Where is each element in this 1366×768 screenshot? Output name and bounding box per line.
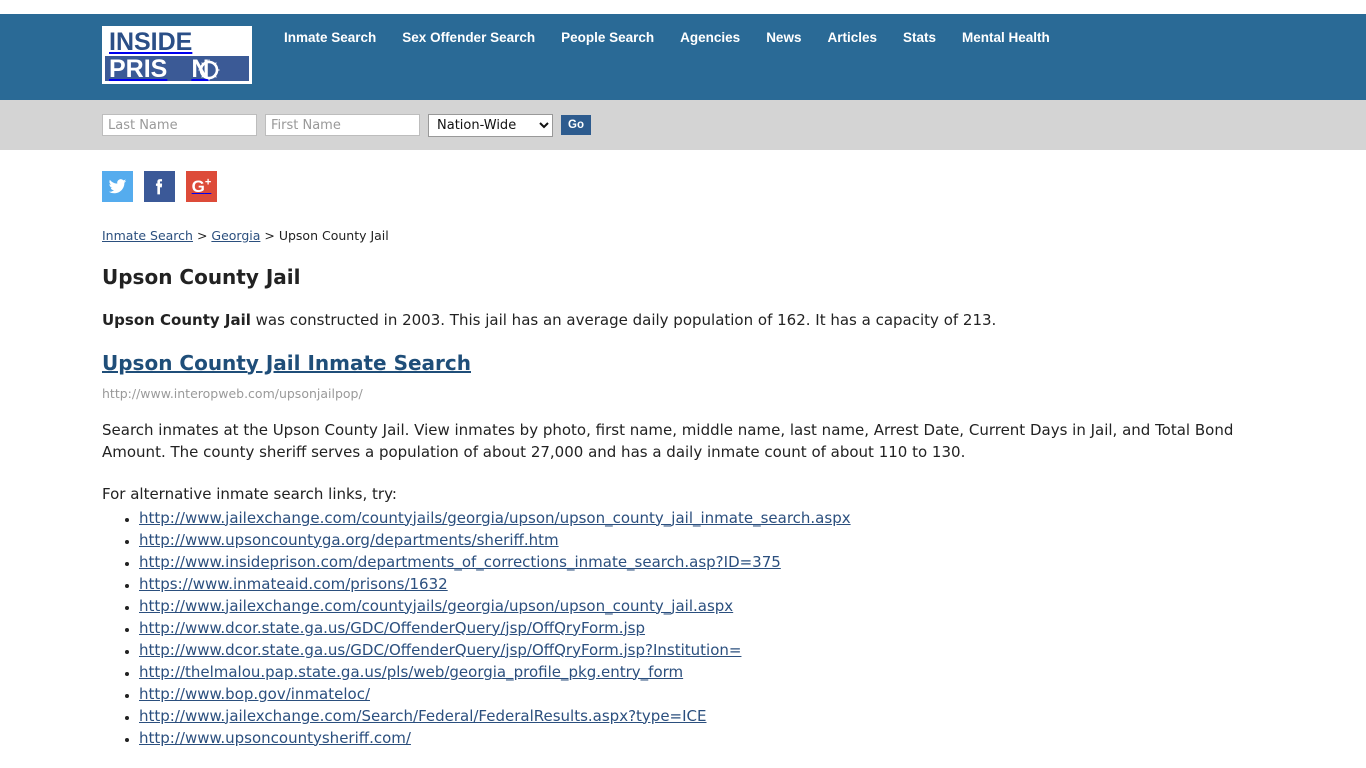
source-url-text: http://www.interopweb.com/upsonjailpop/ [102,385,363,401]
barbed-wire-circle-icon [197,58,221,81]
inmate-search-heading-link[interactable]: Upson County Jail Inmate Search [102,351,471,375]
inmate-search-description: Search inmates at the Upson County Jail.… [102,420,1234,461]
breadcrumb-separator-2: > [260,228,279,243]
facility-summary-text: was constructed in 2003. This jail has a… [250,311,997,329]
breadcrumb-current-page: Upson County Jail [278,228,389,243]
nav-item-mental-health[interactable]: Mental Health [962,30,1050,45]
alternative-links-intro: For alternative inmate search links, try… [102,484,397,503]
nav-item-stats[interactable]: Stats [903,30,936,45]
list-item: http://www.insideprison.com/departments_… [139,551,1326,573]
facility-name-bold: Upson County Jail [102,311,251,329]
breadcrumb-link-inmate-search[interactable]: Inmate Search [102,228,193,243]
page-title: Upson County Jail [102,265,301,289]
last-name-input[interactable] [102,114,257,136]
breadcrumb: Inmate Search > Georgia > Upson County J… [102,228,1326,243]
nav-item-people-search[interactable]: People Search [561,30,654,45]
page-content: G+ Inmate Search > Georgia > Upson Count… [0,150,1366,768]
list-item: http://www.dcor.state.ga.us/GDC/Offender… [139,639,1326,661]
google-plus-icon: G+ [191,176,212,197]
go-button[interactable]: Go [561,115,591,135]
nav-item-news[interactable]: News [766,30,801,45]
list-item: http://www.dcor.state.ga.us/GDC/Offender… [139,617,1326,639]
logo-text-inside: INSIDE [105,29,249,56]
alt-link[interactable]: http://www.insideprison.com/departments_… [139,553,781,571]
alt-link[interactable]: http://www.upsoncountysheriff.com/ [139,729,411,747]
list-item: http://www.jailexchange.com/countyjails/… [139,595,1326,617]
alt-link[interactable]: http://thelmalou.pap.state.ga.us/pls/web… [139,663,683,681]
search-scope-select[interactable]: Nation-Wide [428,113,553,137]
nav-item-agencies[interactable]: Agencies [680,30,740,45]
list-item: https://www.inmateaid.com/prisons/1632 [139,573,1326,595]
alt-link[interactable]: http://www.jailexchange.com/Search/Feder… [139,707,707,725]
nav-item-inmate-search[interactable]: Inmate Search [284,30,376,45]
site-logo[interactable]: INSIDE PRIS N [102,26,252,84]
list-item: http://www.jailexchange.com/countyjails/… [139,507,1326,529]
list-item: http://www.upsoncountysheriff.com/ [139,727,1326,749]
nav-item-sex-offender-search[interactable]: Sex Offender Search [402,30,535,45]
alt-link[interactable]: http://www.dcor.state.ga.us/GDC/Offender… [139,641,741,659]
main-navigation: Inmate Search Sex Offender Search People… [284,30,1050,45]
list-item: http://thelmalou.pap.state.ga.us/pls/web… [139,661,1326,683]
alt-link[interactable]: http://www.jailexchange.com/countyjails/… [139,597,733,615]
twitter-share-button[interactable] [102,171,133,202]
quick-search-bar: Nation-Wide Go [0,100,1366,150]
alt-link[interactable]: http://www.upsoncountyga.org/departments… [139,531,559,549]
facebook-icon [150,177,169,196]
alt-link[interactable]: https://www.inmateaid.com/prisons/1632 [139,575,448,593]
list-item: http://www.jailexchange.com/Search/Feder… [139,705,1326,727]
top-white-strip [0,0,1366,14]
inmate-search-section-heading: Upson County Jail Inmate Search [102,351,1326,375]
alt-link[interactable]: http://www.dcor.state.ga.us/GDC/Offender… [139,619,645,637]
facility-summary-paragraph: Upson County Jail was constructed in 200… [102,311,1326,331]
first-name-input[interactable] [265,114,420,136]
nav-item-articles[interactable]: Articles [827,30,877,45]
list-item: http://www.bop.gov/inmateloc/ [139,683,1326,705]
twitter-icon [108,177,127,196]
site-header: INSIDE PRIS N Inmate Search Sex Offender… [0,14,1366,100]
breadcrumb-separator-1: > [192,228,212,243]
breadcrumb-link-georgia[interactable]: Georgia [211,228,260,243]
list-item: http://www.upsoncountyga.org/departments… [139,529,1326,551]
alt-link[interactable]: http://www.bop.gov/inmateloc/ [139,685,370,703]
logo-text-prison: PRIS N [105,55,249,83]
alternative-links-list: http://www.jailexchange.com/countyjails/… [102,507,1326,749]
facebook-share-button[interactable] [144,171,175,202]
social-share-bar: G+ [102,150,1326,202]
logo-text-pris: PRIS [109,55,168,83]
alt-link[interactable]: http://www.jailexchange.com/countyjails/… [139,509,851,527]
googleplus-share-button[interactable]: G+ [186,171,217,202]
